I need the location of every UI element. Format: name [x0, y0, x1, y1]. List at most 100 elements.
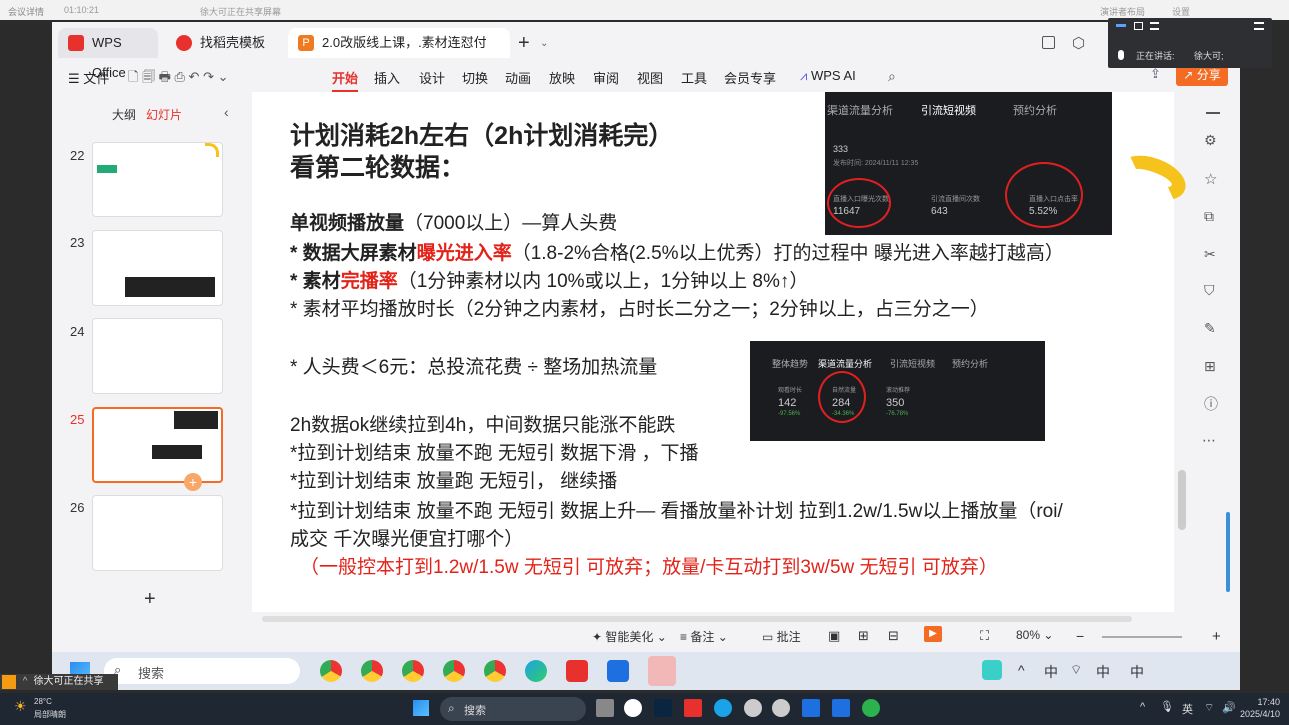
settings-button[interactable]: 设置 — [1172, 5, 1190, 18]
chrome-icon[interactable] — [402, 660, 424, 682]
clock-date[interactable]: 2025/4/10 — [1230, 709, 1280, 719]
copy-icon[interactable] — [1042, 36, 1055, 49]
ime-indicator[interactable]: 中 — [1096, 662, 1110, 682]
slide-canvas[interactable]: 计划消耗2h左右（2h计划消耗完） 看第二轮数据： 单视频播放量（7000以上）… — [252, 92, 1192, 612]
settings-slider-icon[interactable]: ⚙ — [1204, 132, 1217, 149]
app-icon[interactable] — [802, 699, 820, 717]
zoom-out-icon[interactable]: − — [1076, 628, 1084, 644]
slide-thumb-24[interactable] — [92, 318, 223, 394]
comment-button[interactable]: ▭ 批注 — [762, 628, 801, 645]
slides-tab[interactable]: 幻灯片 — [146, 106, 182, 123]
lanxin-icon[interactable] — [832, 699, 850, 717]
edit-icon[interactable]: ✎ — [1204, 320, 1216, 337]
app-icon[interactable] — [744, 699, 762, 717]
collapse-icon[interactable]: ‹ — [224, 104, 229, 120]
tab-templates[interactable]: 找稻壳模板 — [166, 28, 278, 58]
mic-icon[interactable]: 🎙 — [1160, 700, 1174, 713]
smart-beautify-button[interactable]: ✦ 智能美化 ⌄ — [592, 628, 667, 645]
vertical-scrollbar[interactable] — [1178, 470, 1186, 530]
add-slide-icon[interactable]: + — [184, 473, 202, 491]
clock-time[interactable]: 17:40 — [1240, 697, 1280, 707]
photoshop-icon[interactable] — [654, 699, 672, 717]
notes-button[interactable]: ≡ 备注 ⌄ — [680, 628, 728, 645]
browser-icon[interactable] — [624, 699, 642, 717]
new-slide-icon[interactable]: + — [144, 588, 156, 611]
file-explorer-icon[interactable] — [596, 699, 614, 717]
quick-tools[interactable]: 🗋 🗐 🖶 ⎙ ↶ ↷ ⌄ — [128, 68, 228, 90]
outline-tab[interactable]: 大纲 — [112, 106, 136, 123]
app-icon[interactable] — [772, 699, 790, 717]
minus-icon[interactable] — [1206, 112, 1220, 114]
menu-home[interactable]: 开始 — [332, 68, 359, 92]
menu-slideshow[interactable]: 放映 — [549, 68, 575, 87]
slide-thumb-26[interactable] — [92, 495, 223, 571]
menu-tools[interactable]: 工具 — [681, 68, 707, 87]
network-icon[interactable]: ⌔ — [1204, 701, 1214, 715]
chrome-icon[interactable] — [320, 660, 342, 682]
menu-transition[interactable]: 切换 — [462, 68, 488, 87]
menu-design[interactable]: 设计 — [419, 68, 445, 87]
volume-slider[interactable] — [1226, 512, 1230, 592]
chrome-icon[interactable] — [361, 660, 383, 682]
more-icon[interactable]: ⋯ — [1202, 432, 1216, 449]
horizontal-scrollbar[interactable] — [262, 616, 1132, 622]
zoom-slider[interactable] — [1102, 636, 1182, 638]
search-icon[interactable]: ⌕ — [888, 68, 896, 85]
list-icon[interactable] — [1150, 22, 1159, 30]
view-normal-icon[interactable]: ▣ — [828, 628, 840, 644]
layout-button[interactable]: 演讲者布局 — [1100, 5, 1145, 18]
menu-wps-ai[interactable]: ⩘ WPS AI — [800, 68, 856, 84]
edge-icon[interactable] — [525, 660, 547, 682]
wps-icon[interactable] — [566, 660, 588, 682]
menu-icon[interactable] — [1254, 22, 1264, 30]
chevron-up-icon[interactable]: ^ — [1140, 701, 1145, 713]
help-icon[interactable]: ⓘ — [1204, 394, 1218, 414]
taskbar-search[interactable]: ⌕ 搜索 — [104, 658, 300, 684]
cloud-upload-icon[interactable]: ⇪ — [1150, 66, 1161, 82]
menu-review[interactable]: 审阅 — [593, 68, 619, 87]
menu-insert[interactable]: 插入 — [374, 68, 400, 87]
new-tab-icon[interactable]: + — [518, 32, 530, 55]
ime-indicator[interactable]: 中 — [1130, 662, 1144, 682]
tab-document[interactable]: P 2.0改版线上课，.素材连怼付 — [288, 28, 510, 58]
slide-thumb-22[interactable] — [92, 142, 223, 217]
wps-icon[interactable] — [684, 699, 702, 717]
chrome-icon[interactable] — [443, 660, 465, 682]
chevron-up-icon[interactable]: ^ — [1018, 662, 1025, 678]
taskbar-search[interactable]: ⌕ 搜索 — [440, 697, 586, 721]
slide-thumb-25-selected[interactable]: + — [92, 407, 223, 491]
view-reading-icon[interactable]: ⊟ — [888, 628, 899, 644]
wechat-icon[interactable] — [648, 656, 676, 686]
menu-animation[interactable]: 动画 — [505, 68, 531, 87]
wifi-icon[interactable]: ⌔ — [1070, 662, 1082, 678]
window-icon[interactable] — [1134, 22, 1143, 30]
view-grid-icon[interactable]: ⊞ — [858, 628, 869, 644]
file-menu[interactable]: ☰ 文件 — [68, 68, 109, 87]
layers-icon[interactable]: ⧉ — [1204, 208, 1214, 225]
fit-screen-icon[interactable]: ⛶ — [980, 628, 989, 644]
lanxin-icon[interactable] — [607, 660, 629, 682]
shirt-icon[interactable]: ⛉ — [1204, 282, 1215, 299]
ime-indicator[interactable]: 中 — [1044, 662, 1058, 682]
cube-icon[interactable]: ⬡ — [1072, 34, 1085, 52]
zoom-level[interactable]: 80% ⌄ — [1016, 628, 1053, 642]
participant-float-panel[interactable]: 正在讲话: 徐大可; — [1108, 18, 1272, 68]
tab-wps-office[interactable]: WPS Office — [58, 28, 158, 80]
language-indicator[interactable]: 英 — [1182, 701, 1193, 717]
star-icon[interactable]: ☆ — [1204, 170, 1217, 188]
slide-number: 26 — [70, 500, 85, 515]
wechat-icon[interactable] — [862, 699, 880, 717]
menu-view[interactable]: 视图 — [637, 68, 663, 87]
k-app-icon[interactable] — [982, 660, 1002, 680]
tools-icon[interactable]: ✂ — [1204, 246, 1216, 263]
slide-thumb-23[interactable] — [92, 230, 223, 306]
zoom-in-icon[interactable]: + — [1212, 628, 1221, 645]
chevron-down-icon[interactable]: ⌄ — [540, 38, 548, 49]
play-icon[interactable]: ▶ — [924, 626, 942, 642]
windows-start-icon[interactable] — [413, 700, 429, 716]
menu-member[interactable]: 会员专享 — [724, 68, 776, 87]
map-icon[interactable]: ⊞ — [1204, 358, 1216, 375]
chrome-icon[interactable] — [484, 660, 506, 682]
minimize-icon[interactable] — [1116, 24, 1126, 27]
edge-icon[interactable] — [714, 699, 732, 717]
